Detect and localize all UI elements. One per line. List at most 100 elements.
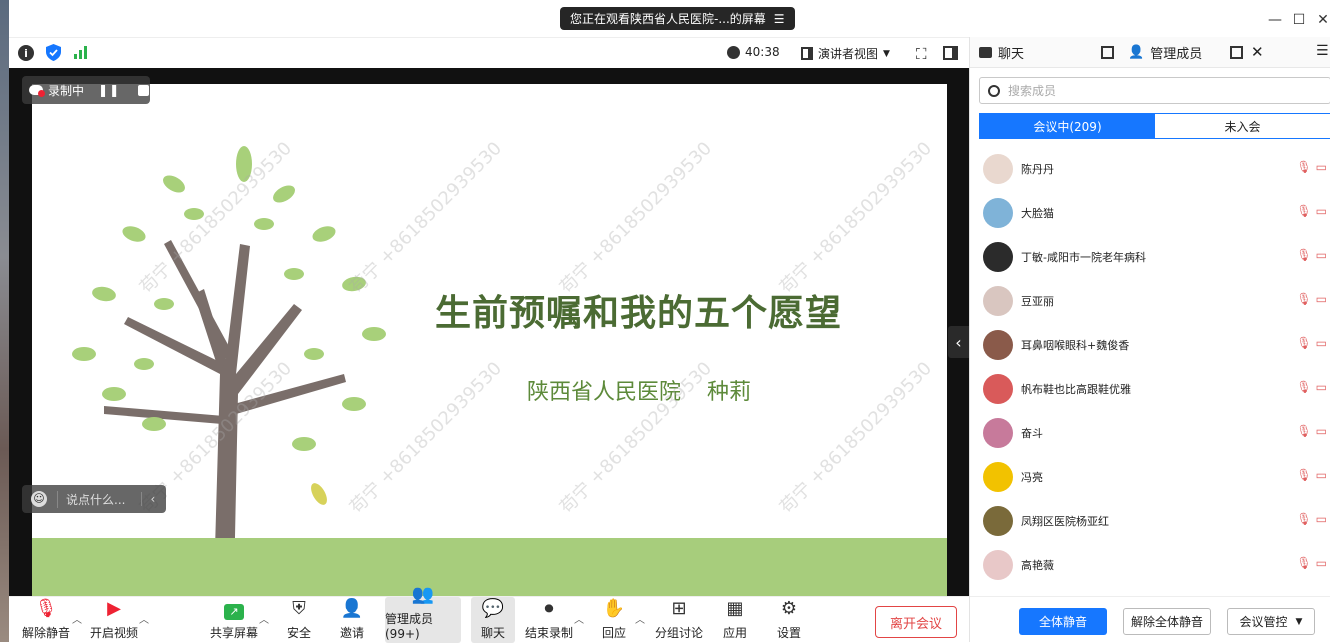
member-row[interactable]: 高艳薇 🎙 ▭ bbox=[970, 543, 1330, 587]
sidebar-toggle-icon[interactable] bbox=[943, 46, 958, 60]
view-mode-label: 演讲者视图 bbox=[818, 47, 879, 61]
chevron-up-icon[interactable]: ︿ bbox=[574, 611, 584, 626]
clock-icon bbox=[727, 45, 740, 59]
pause-recording-icon[interactable]: ❚❚ bbox=[98, 83, 120, 97]
presentation-slide: 生前预嘱和我的五个愿望 陕西省人民医院 种莉 苟宁 +8618502939530… bbox=[32, 84, 947, 596]
stop-recording-icon[interactable] bbox=[138, 84, 150, 96]
member-name: 冯亮 bbox=[1021, 471, 1043, 484]
chat-button[interactable]: 💬 聊天 bbox=[471, 597, 515, 643]
member-row[interactable]: 凤翔区医院杨亚红 🎙 ▭ bbox=[970, 499, 1330, 543]
member-status: 🎙 ▭ bbox=[1296, 248, 1327, 262]
meeting-control-dropdown[interactable]: 会议管控 ▼ bbox=[1227, 608, 1315, 635]
security-button[interactable]: ⛨ 安全 bbox=[281, 597, 317, 643]
member-status: 🎙 ▭ bbox=[1296, 160, 1327, 174]
camera-off-icon[interactable]: ▭ bbox=[1316, 556, 1327, 570]
signal-icon[interactable] bbox=[74, 46, 88, 59]
leave-meeting-button[interactable]: 离开会议 bbox=[875, 606, 957, 638]
member-row[interactable]: 帆布鞋也比高跟鞋优雅 🎙 ▭ bbox=[970, 367, 1330, 411]
mic-muted-icon[interactable]: 🎙 bbox=[1296, 380, 1311, 394]
popout-icon[interactable] bbox=[1101, 46, 1114, 59]
unmute-button[interactable]: 🎙 解除静音 bbox=[21, 597, 71, 643]
menu-icon[interactable]: ☰ bbox=[774, 12, 785, 26]
tab-chat[interactable]: 聊天 bbox=[979, 37, 1024, 68]
camera-off-icon[interactable]: ▭ bbox=[1316, 336, 1327, 350]
member-row[interactable]: 奋斗 🎙 ▭ bbox=[970, 411, 1330, 455]
camera-off-icon[interactable]: ▭ bbox=[1316, 248, 1327, 262]
tab-not-joined[interactable]: 未入会 bbox=[1155, 114, 1330, 138]
mic-muted-icon[interactable]: 🎙 bbox=[1296, 292, 1311, 306]
maximize-button[interactable]: ☐ bbox=[1289, 10, 1309, 30]
member-row[interactable]: 陈丹丹 🎙 ▭ bbox=[970, 147, 1330, 191]
more-menu-icon[interactable]: ☰ bbox=[1316, 43, 1329, 59]
avatar bbox=[983, 418, 1013, 448]
chat-placeholder[interactable]: 说点什么... bbox=[57, 490, 125, 508]
mic-muted-icon[interactable]: 🎙 bbox=[1296, 160, 1311, 174]
camera-off-icon[interactable]: ▭ bbox=[1316, 292, 1327, 306]
fullscreen-icon[interactable]: ⛶ bbox=[916, 45, 927, 63]
mic-muted-icon[interactable]: 🎙 bbox=[1296, 204, 1311, 218]
tab-in-meeting[interactable]: 会议中(209) bbox=[980, 114, 1155, 138]
search-icon bbox=[988, 84, 1000, 97]
end-recording-label: 结束录制 bbox=[524, 626, 573, 640]
tab-members[interactable]: 👤 管理成员 bbox=[1128, 37, 1202, 68]
shield-icon[interactable] bbox=[46, 44, 61, 61]
camera-off-icon[interactable]: ▭ bbox=[1316, 468, 1327, 482]
apps-button[interactable]: ▦ 应用 bbox=[719, 597, 751, 643]
camera-off-icon[interactable]: ▭ bbox=[1316, 204, 1327, 218]
quick-chat-bar[interactable]: ☺ 说点什么... ‹ bbox=[22, 485, 166, 513]
mic-muted-icon[interactable]: 🎙 bbox=[1296, 556, 1311, 570]
info-icon[interactable]: i bbox=[18, 45, 34, 61]
share-screen-button[interactable]: ↗ 共享屏幕 bbox=[209, 597, 259, 643]
popout-icon[interactable] bbox=[1230, 46, 1243, 59]
mic-muted-icon[interactable]: 🎙 bbox=[1296, 468, 1311, 482]
share-screen-icon: ↗ bbox=[224, 604, 244, 620]
mic-muted-icon[interactable]: 🎙 bbox=[1296, 248, 1311, 262]
camera-off-icon[interactable]: ▭ bbox=[1316, 424, 1327, 438]
breakout-icon: ⊞ bbox=[671, 598, 687, 619]
end-recording-button[interactable]: ⏺ 结束录制 bbox=[523, 597, 575, 643]
collapse-panel-button[interactable]: ‹ bbox=[948, 326, 969, 358]
view-mode-dropdown[interactable]: 演讲者视图 ▼ bbox=[801, 45, 890, 62]
unmute-all-button[interactable]: 解除全体静音 bbox=[1123, 608, 1211, 635]
chevron-up-icon[interactable]: ︿ bbox=[72, 611, 82, 626]
mute-all-button[interactable]: 全体静音 bbox=[1019, 608, 1107, 635]
close-window-button[interactable]: ✕ bbox=[1313, 10, 1330, 30]
member-row[interactable]: 耳鼻咽喉眼科+魏俊香 🎙 ▭ bbox=[970, 323, 1330, 367]
minimize-button[interactable]: — bbox=[1265, 10, 1285, 30]
close-icon[interactable]: ✕ bbox=[1251, 43, 1264, 61]
member-row[interactable]: 丁敏-咸阳市一院老年病科 🎙 ▭ bbox=[970, 235, 1330, 279]
mic-muted-icon[interactable]: 🎙 bbox=[1296, 512, 1311, 526]
recording-label: 录制中 bbox=[48, 83, 85, 98]
member-search-input[interactable]: 搜索成员 bbox=[979, 77, 1330, 104]
manage-members-button[interactable]: 👥 管理成员(99+) bbox=[385, 584, 461, 643]
member-row[interactable]: 大脸猫 🎙 ▭ bbox=[970, 191, 1330, 235]
start-video-button[interactable]: ▶ 开启视频 bbox=[89, 597, 139, 643]
share-notice-text: 您正在观看陕西省人民医院-...的屏幕 bbox=[570, 12, 766, 26]
settings-button[interactable]: ⚙ 设置 bbox=[773, 597, 805, 643]
camera-off-icon[interactable]: ▭ bbox=[1316, 512, 1327, 526]
avatar bbox=[983, 154, 1013, 184]
reactions-button[interactable]: ✋ 回应 bbox=[599, 597, 629, 643]
apps-label: 应用 bbox=[722, 626, 747, 640]
member-status: 🎙 ▭ bbox=[1296, 292, 1327, 306]
recording-indicator: 录制中 ❚❚ bbox=[22, 76, 150, 104]
watermark: 苟宁 +8618502939530 bbox=[555, 137, 717, 299]
chevron-up-icon[interactable]: ︿ bbox=[259, 611, 269, 626]
member-name: 耳鼻咽喉眼科+魏俊香 bbox=[1021, 339, 1130, 352]
mic-muted-icon[interactable]: 🎙 bbox=[1296, 424, 1311, 438]
member-row[interactable]: 豆亚丽 🎙 ▭ bbox=[970, 279, 1330, 323]
chevron-up-icon[interactable]: ︿ bbox=[139, 611, 149, 626]
chevron-up-icon[interactable]: ︿ bbox=[635, 611, 645, 626]
mic-muted-icon[interactable]: 🎙 bbox=[1296, 336, 1311, 350]
emoji-icon[interactable]: ☺ bbox=[31, 491, 47, 507]
camera-off-icon[interactable]: ▭ bbox=[1316, 380, 1327, 394]
chevron-left-icon[interactable]: ‹ bbox=[141, 492, 155, 506]
breakout-button[interactable]: ⊞ 分组讨论 bbox=[654, 597, 704, 643]
camera-off-icon[interactable]: ▭ bbox=[1316, 160, 1327, 174]
member-status: 🎙 ▭ bbox=[1296, 204, 1327, 218]
member-row[interactable]: 冯亮 🎙 ▭ bbox=[970, 455, 1330, 499]
unmute-label: 解除静音 bbox=[21, 626, 70, 640]
watermark: 苟宁 +8618502939530 bbox=[775, 357, 937, 519]
invite-button[interactable]: 👤 邀请 bbox=[334, 597, 370, 643]
screen-share-notice[interactable]: 您正在观看陕西省人民医院-...的屏幕 ☰ bbox=[560, 7, 795, 30]
